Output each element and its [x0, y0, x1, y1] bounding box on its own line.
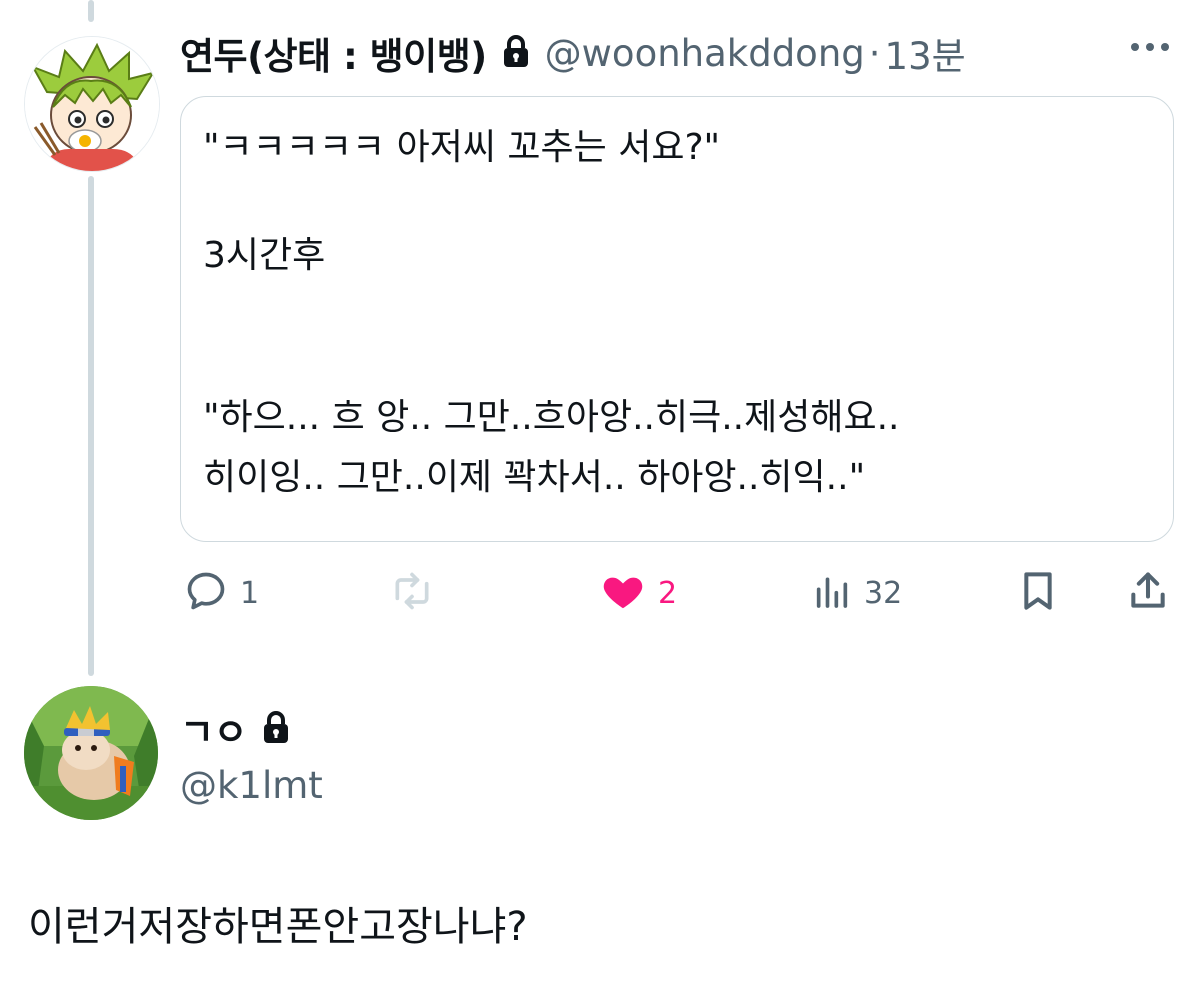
bookmark-icon [1018, 569, 1058, 617]
tweet-text-line: "하으... 흐 앙.. 그만..흐아앙..히극..제성해요.. [203, 397, 900, 438]
reply-button[interactable]: 1 [184, 568, 259, 618]
reply-icon [184, 569, 228, 617]
reply-text: 이런거저장하면폰안고장나냐? [28, 904, 528, 950]
avatar-image [25, 37, 159, 171]
tweet-actions: 1 2 32 [180, 568, 1180, 618]
like-count: 2 [658, 575, 678, 611]
reply-avatar-image [24, 686, 158, 820]
reply-header: ㄱㅇ [180, 704, 291, 754]
display-name[interactable]: 연두(상태 : 뱅이뱅) [180, 26, 487, 80]
timestamp[interactable]: 13분 [885, 26, 966, 80]
retweet-icon [390, 569, 434, 617]
tweet-header: 연두(상태 : 뱅이뱅) @woonhakddong · 13분 [180, 26, 966, 80]
reply-handle[interactable]: @k1lmt [180, 764, 323, 807]
retweet-button[interactable] [390, 568, 446, 618]
views-icon [812, 571, 852, 615]
reply-avatar[interactable] [24, 686, 158, 820]
tweet-text-line [203, 337, 1173, 347]
views-count: 32 [864, 575, 903, 611]
share-icon [1126, 569, 1170, 617]
tweet-text-line: 히이잉.. 그만..이제 꽉차서.. 하아앙..히익.." [203, 457, 866, 498]
reply-count: 1 [240, 575, 260, 611]
tweet-text-line: "ㅋㅋㅋㅋㅋ 아저씨 꼬추는 서요?" [203, 127, 721, 168]
reply-display-name[interactable]: ㄱㅇ [180, 702, 248, 756]
share-button[interactable] [1126, 568, 1170, 618]
separator-dot: · [868, 31, 881, 75]
tweet-text-line [203, 283, 1173, 337]
avatar[interactable] [24, 36, 160, 172]
thread-line [88, 176, 94, 676]
heart-icon [600, 568, 646, 618]
tweet-text-line [203, 175, 1173, 229]
tweet-text-line: 3시간후 [203, 235, 326, 276]
more-icon[interactable] [1130, 37, 1170, 56]
lock-icon [261, 710, 291, 748]
like-button[interactable]: 2 [600, 568, 677, 618]
bookmark-button[interactable] [1018, 568, 1058, 618]
tweet-content-card[interactable]: "ㅋㅋㅋㅋㅋ 아저씨 꼬추는 서요?" 3시간후 "하으... 흐 앙.. 그만… [180, 96, 1174, 542]
lock-icon [501, 34, 531, 72]
handle[interactable]: @woonhakddong [545, 32, 865, 75]
thread-line-top [88, 0, 94, 22]
views-button[interactable]: 32 [812, 568, 902, 618]
reply-handle-row: @k1lmt [180, 760, 323, 810]
